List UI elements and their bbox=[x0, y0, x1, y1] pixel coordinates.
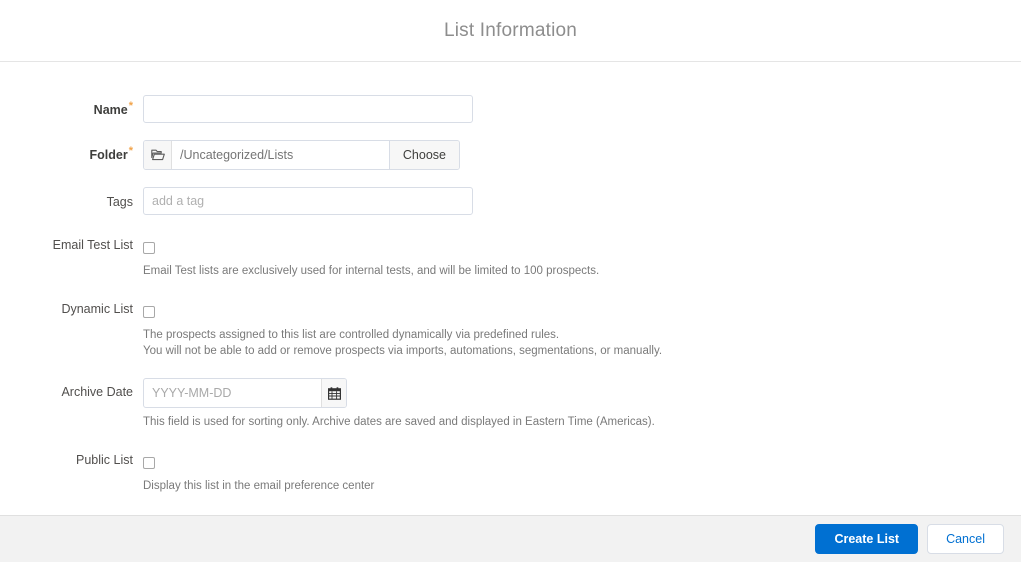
choose-folder-button[interactable]: Choose bbox=[388, 141, 459, 169]
email-test-list-checkbox[interactable] bbox=[143, 241, 155, 254]
label-folder-text: Folder bbox=[89, 148, 128, 163]
label-tags-text: Tags bbox=[106, 195, 133, 209]
archive-date-input-group bbox=[143, 378, 347, 408]
help-line: This field is used for sorting only. Arc… bbox=[143, 416, 655, 428]
control-archive-date: This field is used for sorting only. Arc… bbox=[143, 378, 1021, 430]
page-title: List Information bbox=[443, 19, 578, 41]
calendar-icon-button[interactable] bbox=[321, 379, 346, 407]
label-archive-date: Archive Date bbox=[0, 378, 143, 400]
help-line: You will not be able to add or remove pr… bbox=[143, 345, 663, 357]
field-row-folder: Folder* Choose bbox=[0, 140, 1021, 170]
control-public-list: Display this list in the email preferenc… bbox=[143, 452, 1021, 494]
label-name: Name* bbox=[0, 95, 143, 118]
help-line: Email Test lists are exclusively used fo… bbox=[143, 265, 600, 277]
field-row-public-list: Public List Display this list in the ema… bbox=[0, 452, 1021, 494]
create-list-button[interactable]: Create List bbox=[815, 524, 919, 554]
name-input[interactable] bbox=[143, 95, 473, 123]
help-archive-date: This field is used for sorting only. Arc… bbox=[143, 414, 1021, 430]
label-archive-date-text: Archive Date bbox=[61, 385, 133, 399]
label-email-test-list: Email Test List bbox=[0, 237, 143, 253]
control-email-test-list: Email Test lists are exclusively used fo… bbox=[143, 237, 1021, 279]
label-name-text: Name bbox=[93, 103, 128, 118]
label-public-list-text: Public List bbox=[76, 453, 133, 467]
folder-input-group: Choose bbox=[143, 140, 460, 170]
public-list-checkbox[interactable] bbox=[143, 456, 155, 469]
page-footer: Create List Cancel bbox=[0, 515, 1021, 562]
help-dynamic-list: The prospects assigned to this list are … bbox=[143, 327, 1021, 359]
help-email-test-list: Email Test lists are exclusively used fo… bbox=[143, 263, 1021, 279]
folder-path-input[interactable] bbox=[172, 141, 389, 169]
tags-input[interactable] bbox=[143, 187, 473, 215]
field-row-email-test-list: Email Test List Email Test lists are exc… bbox=[0, 237, 1021, 279]
field-row-tags: Tags bbox=[0, 187, 1021, 215]
label-folder: Folder* bbox=[0, 140, 143, 163]
cancel-button[interactable]: Cancel bbox=[927, 524, 1004, 554]
field-row-dynamic-list: Dynamic List The prospects assigned to t… bbox=[0, 301, 1021, 359]
control-dynamic-list: The prospects assigned to this list are … bbox=[143, 301, 1021, 359]
label-dynamic-list-text: Dynamic List bbox=[61, 302, 133, 316]
list-information-form: Name* Folder* Cho bbox=[0, 62, 1021, 515]
dynamic-list-checkbox[interactable] bbox=[143, 305, 155, 318]
folder-open-icon bbox=[144, 141, 172, 169]
help-line: Display this list in the email preferenc… bbox=[143, 480, 375, 492]
list-information-page: List Information Name* Folder* /Uncatego… bbox=[0, 0, 1021, 562]
archive-date-input[interactable] bbox=[144, 379, 321, 407]
help-public-list: Display this list in the email preferenc… bbox=[143, 478, 1021, 494]
field-row-name: Name* bbox=[0, 95, 1021, 123]
label-email-test-list-text: Email Test List bbox=[52, 238, 133, 252]
control-tags bbox=[143, 187, 1021, 215]
label-tags: Tags bbox=[0, 187, 143, 210]
control-folder: Choose bbox=[143, 140, 1021, 170]
calendar-icon bbox=[328, 386, 341, 400]
required-asterisk-name: * bbox=[128, 100, 133, 112]
required-asterisk-folder: * bbox=[128, 145, 133, 157]
page-header: List Information bbox=[0, 0, 1021, 62]
label-dynamic-list: Dynamic List bbox=[0, 301, 143, 317]
control-name bbox=[143, 95, 1021, 123]
help-line: The prospects assigned to this list are … bbox=[143, 329, 560, 341]
label-public-list: Public List bbox=[0, 452, 143, 468]
field-row-archive-date: Archive Date Th bbox=[0, 378, 1021, 430]
